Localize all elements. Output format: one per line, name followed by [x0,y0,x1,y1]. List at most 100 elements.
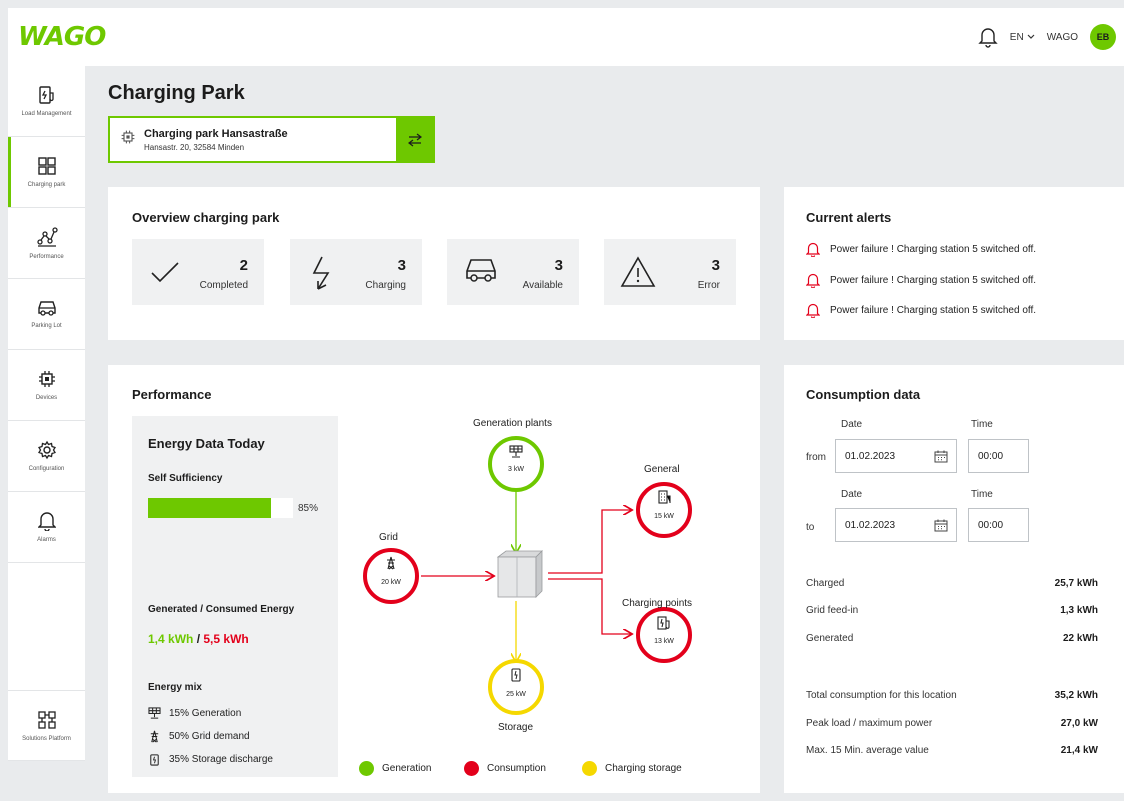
alert-text: Power failure ! Charging station 5 switc… [830,244,1037,255]
to-time-input[interactable]: 00:00 [968,508,1029,542]
stat-label: Completed [199,280,248,291]
car-icon [463,255,499,290]
sidebar-item-label: Parking Lot [31,323,62,329]
sidebar-item-performance[interactable]: Performance [8,208,85,279]
language-code: EN [1009,31,1024,43]
sidebar-item-label: Configuration [28,466,65,472]
to-time-value: 00:00 [978,519,1004,531]
gear-icon [37,440,56,460]
sidebar-item-solutions-platform[interactable]: Solutions Platform [8,690,85,761]
consumption-title: Consumption data [806,387,921,402]
row-value: 22 kWh [1062,633,1098,644]
sidebar-item-label: Alarms [37,537,56,543]
performance-card: Performance Energy Data Today Self Suffi… [108,365,760,793]
stat-label: Available [522,280,563,291]
sidebar-item-load-management[interactable]: Load Management [8,66,85,137]
alerts-title: Current alerts [806,210,892,225]
node-general-circle [636,482,692,538]
alerts-card: Current alerts Power failure ! Charging … [784,187,1124,340]
chip-icon [120,129,136,150]
stat-value: 3 [711,257,720,274]
network-icon [37,710,56,729]
flow-hub-to-general [548,510,631,574]
sidebar: Load Management Charging park Performanc… [8,66,85,761]
row-label: Peak load / maximum power [806,718,933,729]
legend-label: Charging storage [605,763,682,774]
alert-bell-icon [806,303,820,318]
hub-cabinet-icon [496,550,543,598]
park-selector[interactable]: Charging park Hansastraße Hansastr. 20, … [108,116,435,163]
node-charging-points-label: Charging points [622,598,693,609]
stat-label: Charging [365,280,406,291]
node-generation-label: Generation plants [473,418,552,429]
overview-title: Overview charging park [132,210,280,225]
alert-item[interactable]: Power failure ! Charging station 5 switc… [806,273,1036,288]
legend-dot [582,761,597,776]
swap-arrows-icon [407,133,422,146]
alert-item[interactable]: Power failure ! Charging station 5 switc… [806,242,1036,257]
time-header: Time [971,489,993,500]
to-date-value: 01.02.2023 [845,519,896,531]
row-value: 25,7 kWh [1054,578,1098,589]
notifications-bell-icon[interactable] [978,26,998,48]
consumption-row-grid-feed-in: Grid feed-in 1,3 kWh [806,605,1098,616]
node-grid-kw: 20 kW [381,579,401,586]
bell-icon [37,512,56,531]
stat-available[interactable]: 3 Available [447,239,579,305]
sidebar-item-label: Solutions Platform [22,735,71,742]
calendar-icon[interactable] [934,450,948,463]
park-info: Charging park Hansastraße Hansastr. 20, … [144,128,288,152]
consumption-row-charged: Charged 25,7 kWh [806,578,1098,589]
plug-lightning-icon [38,86,54,104]
consumption-row-generated: Generated 22 kWh [806,633,1098,644]
alert-item[interactable]: Power failure ! Charging station 5 switc… [806,303,1036,318]
node-storage-kw: 25 kW [506,691,526,698]
sidebar-item-charging-park[interactable]: Charging park [8,137,85,208]
calendar-icon[interactable] [934,519,948,532]
stat-error[interactable]: 3 Error [604,239,736,305]
to-label: to [806,522,815,533]
language-selector[interactable]: EN [1010,32,1035,43]
consumption-row-peak-load: Peak load / maximum power 27,0 kW [806,718,1098,729]
from-time-value: 00:00 [978,450,1004,462]
switch-park-button[interactable] [396,118,433,161]
legend-item: Generation [359,761,431,776]
node-general-kw: 15 kW [654,513,674,520]
stat-charging[interactable]: 3 Charging [290,239,422,305]
node-general-label: General [644,464,680,475]
node-generation-kw: 3 kW [508,466,524,473]
user-name[interactable]: WAGO [1047,32,1078,43]
legend-dot [359,761,374,776]
alert-text: Power failure ! Charging station 5 switc… [830,305,1037,316]
top-bar: WAGO EN WAGO EB [8,8,1124,66]
flow-hub-to-charging-points [548,578,631,634]
to-date-input[interactable]: 01.02.2023 [835,508,957,542]
stat-value: 3 [554,257,563,274]
sidebar-item-configuration[interactable]: Configuration [8,421,85,492]
from-date-value: 01.02.2023 [845,450,896,462]
warning-icon [620,255,656,294]
sidebar-item-parking-lot[interactable]: Parking Lot [8,279,85,350]
consumption-card: Consumption data Date Time from 01.02.20… [784,365,1124,793]
avatar[interactable]: EB [1090,24,1116,50]
stat-completed[interactable]: 2 Completed [132,239,264,305]
alert-bell-icon [806,273,820,288]
wago-logo[interactable]: WAGO [18,22,106,52]
sidebar-item-devices[interactable]: Devices [8,350,85,421]
chevron-down-icon [1027,34,1035,39]
row-value: 27,0 kW [1060,718,1098,729]
row-value: 1,3 kWh [1060,605,1098,616]
from-label: from [806,452,826,463]
from-time-input[interactable]: 00:00 [968,439,1029,473]
sidebar-item-label: Performance [29,254,64,260]
legend-item: Consumption [464,761,546,776]
alert-text: Power failure ! Charging station 5 switc… [830,275,1037,286]
lightning-icon [306,255,340,296]
energy-flow-diagram [363,436,692,715]
time-header: Time [971,419,993,430]
chip-icon [38,371,55,387]
row-label: Generated [806,633,854,644]
from-date-input[interactable]: 01.02.2023 [835,439,957,473]
sidebar-item-alarms[interactable]: Alarms [8,492,85,563]
overview-card: Overview charging park 2 Completed 3 Cha… [108,187,760,340]
